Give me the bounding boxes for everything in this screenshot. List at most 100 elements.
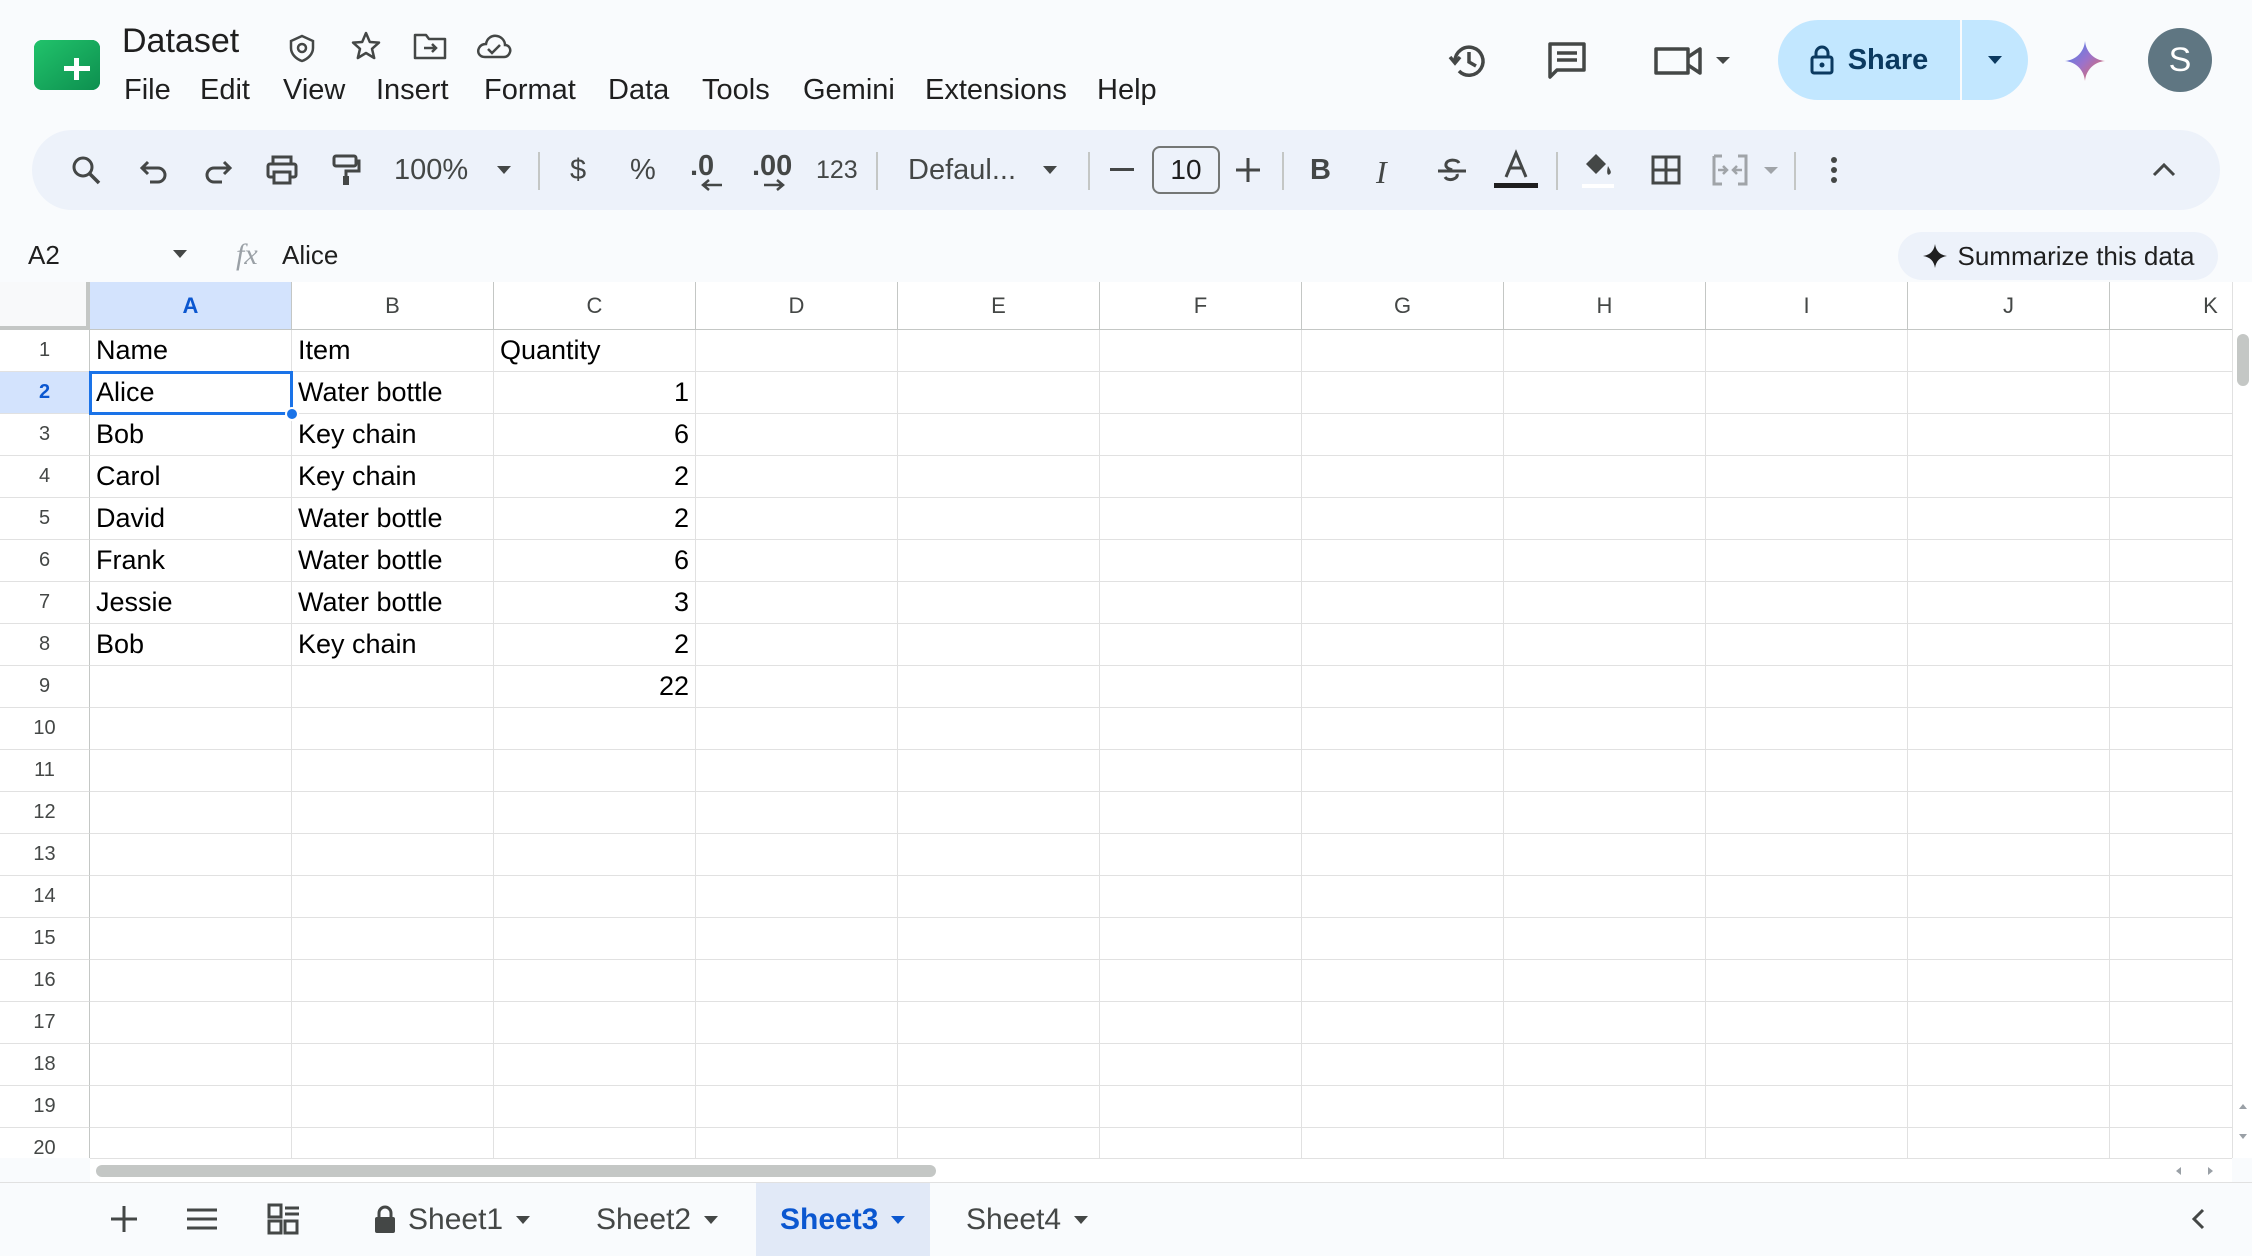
italic-button[interactable]: I: [1376, 154, 1387, 191]
row-header-6[interactable]: 6: [0, 540, 90, 582]
cell-f4[interactable]: [1100, 456, 1302, 498]
column-header-i[interactable]: I: [1706, 282, 1908, 330]
cell-c19[interactable]: [494, 1086, 696, 1128]
cell-a16[interactable]: [90, 960, 292, 1002]
cell-i12[interactable]: [1706, 792, 1908, 834]
cell-h8[interactable]: [1504, 624, 1706, 666]
cell-e18[interactable]: [898, 1044, 1100, 1086]
cell-h15[interactable]: [1504, 918, 1706, 960]
cell-g1[interactable]: [1302, 330, 1504, 372]
cell-f15[interactable]: [1100, 918, 1302, 960]
cell-b18[interactable]: [292, 1044, 494, 1086]
cell-b9[interactable]: [292, 666, 494, 708]
cell-i19[interactable]: [1706, 1086, 1908, 1128]
cell-h10[interactable]: [1504, 708, 1706, 750]
cell-e13[interactable]: [898, 834, 1100, 876]
cell-i15[interactable]: [1706, 918, 1908, 960]
undo-icon[interactable]: [134, 148, 174, 192]
cell-j9[interactable]: [1908, 666, 2110, 708]
chevron-down-icon[interactable]: [703, 1215, 719, 1225]
select-all-corner[interactable]: [0, 282, 90, 330]
cell-b14[interactable]: [292, 876, 494, 918]
cell-j5[interactable]: [1908, 498, 2110, 540]
row-header-20[interactable]: 20: [0, 1128, 90, 1158]
cell-g8[interactable]: [1302, 624, 1504, 666]
fill-handle[interactable]: [285, 407, 299, 421]
cell-a7[interactable]: Jessie: [90, 582, 292, 624]
cell-k12[interactable]: [2110, 792, 2232, 834]
cell-f20[interactable]: [1100, 1128, 1302, 1158]
cell-h1[interactable]: [1504, 330, 1706, 372]
cell-d18[interactable]: [696, 1044, 898, 1086]
cell-k4[interactable]: [2110, 456, 2232, 498]
more-options-icon[interactable]: [1818, 150, 1850, 190]
cell-d12[interactable]: [696, 792, 898, 834]
cell-i18[interactable]: [1706, 1044, 1908, 1086]
fill-color-icon[interactable]: [1578, 148, 1618, 192]
increase-font-size-icon[interactable]: [1230, 152, 1266, 188]
currency-format-button[interactable]: $: [570, 154, 586, 187]
vertical-scrollbar[interactable]: [2232, 282, 2252, 1158]
cell-b1[interactable]: Item: [292, 330, 494, 372]
more-formats-button[interactable]: 123: [816, 156, 858, 185]
cell-g5[interactable]: [1302, 498, 1504, 540]
cell-b11[interactable]: [292, 750, 494, 792]
cell-d20[interactable]: [696, 1128, 898, 1158]
cell-i7[interactable]: [1706, 582, 1908, 624]
cell-b16[interactable]: [292, 960, 494, 1002]
menu-file[interactable]: File: [124, 74, 171, 107]
cell-i3[interactable]: [1706, 414, 1908, 456]
add-sheet-icon[interactable]: [104, 1199, 144, 1239]
formula-input[interactable]: Alice: [282, 240, 338, 271]
cell-i5[interactable]: [1706, 498, 1908, 540]
cell-j20[interactable]: [1908, 1128, 2110, 1158]
cell-g13[interactable]: [1302, 834, 1504, 876]
cell-a11[interactable]: [90, 750, 292, 792]
menu-extensions[interactable]: Extensions: [925, 74, 1067, 107]
menu-help[interactable]: Help: [1097, 74, 1157, 107]
cell-c10[interactable]: [494, 708, 696, 750]
menu-edit[interactable]: Edit: [200, 74, 250, 107]
cell-a4[interactable]: Carol: [90, 456, 292, 498]
row-header-7[interactable]: 7: [0, 582, 90, 624]
cell-d7[interactable]: [696, 582, 898, 624]
cell-j16[interactable]: [1908, 960, 2110, 1002]
cell-b7[interactable]: Water bottle: [292, 582, 494, 624]
cell-d15[interactable]: [696, 918, 898, 960]
cell-h4[interactable]: [1504, 456, 1706, 498]
cell-i16[interactable]: [1706, 960, 1908, 1002]
version-history-icon[interactable]: [1444, 36, 1494, 86]
cell-f3[interactable]: [1100, 414, 1302, 456]
row-header-16[interactable]: 16: [0, 960, 90, 1002]
cell-h6[interactable]: [1504, 540, 1706, 582]
sheet-tab-sheet4[interactable]: Sheet4: [942, 1183, 1113, 1256]
cell-h20[interactable]: [1504, 1128, 1706, 1158]
row-header-8[interactable]: 8: [0, 624, 90, 666]
comments-icon[interactable]: [1542, 36, 1592, 86]
explore-sheets-icon[interactable]: [262, 1199, 306, 1239]
cell-k3[interactable]: [2110, 414, 2232, 456]
menu-data[interactable]: Data: [608, 74, 669, 107]
cell-j18[interactable]: [1908, 1044, 2110, 1086]
cell-i20[interactable]: [1706, 1128, 1908, 1158]
cell-k18[interactable]: [2110, 1044, 2232, 1086]
spreadsheet-grid[interactable]: ABCDEFGHIJK 1 2 3 4 5 6 7 8 9 10 11 12 13 14 15 16 17 18 1…: [0, 282, 2232, 1158]
cell-f7[interactable]: [1100, 582, 1302, 624]
cell-c9[interactable]: 22: [494, 666, 696, 708]
cell-d13[interactable]: [696, 834, 898, 876]
cell-k14[interactable]: [2110, 876, 2232, 918]
column-header-a[interactable]: A: [90, 282, 292, 330]
sheet-tab-sheet3[interactable]: Sheet3: [756, 1183, 931, 1256]
menu-tools[interactable]: Tools: [702, 74, 770, 107]
font-select[interactable]: Defaul...: [908, 154, 1016, 187]
scroll-right-icon[interactable]: [2202, 1163, 2218, 1179]
cell-i14[interactable]: [1706, 876, 1908, 918]
cell-i10[interactable]: [1706, 708, 1908, 750]
menu-gemini[interactable]: Gemini: [803, 74, 895, 107]
scroll-down-icon[interactable]: [2235, 1128, 2251, 1144]
cell-i8[interactable]: [1706, 624, 1908, 666]
row-header-15[interactable]: 15: [0, 918, 90, 960]
cell-j8[interactable]: [1908, 624, 2110, 666]
cell-e16[interactable]: [898, 960, 1100, 1002]
chevron-down-icon[interactable]: [1073, 1215, 1089, 1225]
